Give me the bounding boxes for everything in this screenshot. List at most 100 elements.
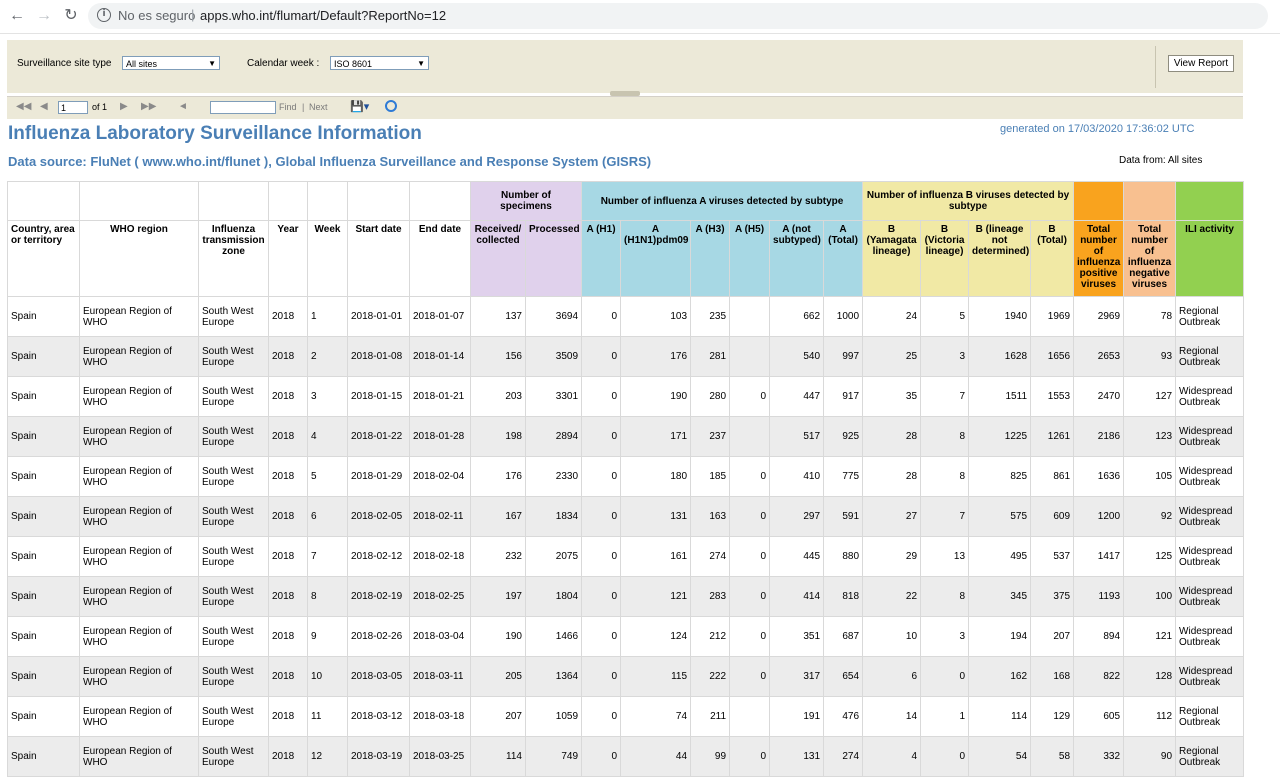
page-number-input[interactable]: 1 xyxy=(58,101,88,114)
cell-a-h3: 99 xyxy=(690,736,731,777)
cell-start-date: 2018-02-05 xyxy=(347,496,410,537)
cell-year: 2018 xyxy=(268,496,308,537)
table-body: Spain European Region of WHO South West Eu… xyxy=(7,296,1245,777)
cell-transmission-zone: South West Europe xyxy=(198,536,269,577)
first-page-icon[interactable]: ◀◀ xyxy=(16,101,31,112)
cell-received: 232 xyxy=(470,536,526,577)
cell-ili-activity: Regional Outbreak xyxy=(1175,336,1245,377)
header-a-h1n1pdm09: A (H1N1)pdm09 xyxy=(620,220,692,297)
cell-processed: 2075 xyxy=(524,536,583,577)
header-a-h3: A (H3) xyxy=(690,220,731,297)
header-a-h1: A (H1) xyxy=(581,220,622,297)
header-week: Week xyxy=(307,220,348,297)
cell-b-yamagata: 28 xyxy=(862,456,922,497)
cell-a-h3: 274 xyxy=(690,536,731,577)
cell-country: Spain xyxy=(7,576,80,617)
info-icon[interactable]: i xyxy=(97,8,111,22)
cell-year: 2018 xyxy=(268,696,308,737)
cell-b-not-determined: 162 xyxy=(968,656,1032,697)
find-input[interactable] xyxy=(210,101,276,114)
security-label[interactable]: No es seguro xyxy=(118,8,195,23)
cell-b-total: 168 xyxy=(1030,656,1075,697)
cell-processed: 1804 xyxy=(524,576,583,617)
cell-total-negative: 92 xyxy=(1123,496,1177,537)
cell-a-h5 xyxy=(729,296,771,337)
next-link[interactable]: Next xyxy=(309,102,328,112)
cell-a-h1: 0 xyxy=(581,736,622,777)
cell-start-date: 2018-01-15 xyxy=(347,376,410,417)
cell-b-total: 58 xyxy=(1030,736,1075,777)
refresh-icon[interactable] xyxy=(385,100,397,112)
cell-b-yamagata: 35 xyxy=(862,376,922,417)
cell-a-h1: 0 xyxy=(581,496,622,537)
cell-a-h1: 0 xyxy=(581,576,622,617)
cell-a-h3: 212 xyxy=(690,616,731,657)
table-row: Spain European Region of WHO South West Eu… xyxy=(7,576,1245,617)
cell-total-negative: 123 xyxy=(1123,416,1177,457)
url-text[interactable]: apps.who.int/flumart/Default?ReportNo=12 xyxy=(200,8,446,23)
header-b-yamagata: B (Yamagata lineage) xyxy=(862,220,922,297)
cell-a-h1: 0 xyxy=(581,696,622,737)
cell-total-negative: 125 xyxy=(1123,536,1177,577)
cell-total-positive: 2653 xyxy=(1073,336,1125,377)
forward-icon[interactable]: → xyxy=(34,6,54,26)
cell-start-date: 2018-03-12 xyxy=(347,696,410,737)
cell-a-not-subtyped: 297 xyxy=(769,496,825,537)
cell-b-yamagata: 27 xyxy=(862,496,922,537)
cell-received: 167 xyxy=(470,496,526,537)
export-icon[interactable]: 💾▾ xyxy=(350,100,369,113)
cell-year: 2018 xyxy=(268,656,308,697)
cell-b-total: 537 xyxy=(1030,536,1075,577)
week-select[interactable]: ISO 8601 ▼ xyxy=(330,56,429,70)
cell-b-not-determined: 54 xyxy=(968,736,1032,777)
cell-a-total: 591 xyxy=(823,496,864,537)
cell-b-victoria: 0 xyxy=(920,656,970,697)
previous-page-icon[interactable]: ◀ xyxy=(40,101,48,112)
cell-b-not-determined: 1511 xyxy=(968,376,1032,417)
report-title: Influenza Laboratory Surveillance Inform… xyxy=(8,123,422,144)
header-a-not-subtyped: A (not subtyped) xyxy=(769,220,825,297)
cell-week: 2 xyxy=(307,336,348,377)
site-type-select[interactable]: All sites ▼ xyxy=(122,56,220,70)
cell-who-region: European Region of WHO xyxy=(79,536,199,577)
cell-total-positive: 1200 xyxy=(1073,496,1125,537)
next-page-icon[interactable]: ▶ xyxy=(120,101,128,112)
header-b-total: B (Total) xyxy=(1030,220,1075,297)
cell-b-yamagata: 10 xyxy=(862,616,922,657)
cell-b-not-determined: 194 xyxy=(968,616,1032,657)
cell-week: 12 xyxy=(307,736,348,777)
header-end-date: End date xyxy=(409,220,471,297)
cell-a-h5: 0 xyxy=(729,456,771,497)
cell-a-h1n1pdm09: 131 xyxy=(620,496,692,537)
cell-ili-activity: Widespread Outbreak xyxy=(1175,376,1245,417)
cell-ili-activity: Widespread Outbreak xyxy=(1175,576,1245,617)
cell-start-date: 2018-01-01 xyxy=(347,296,410,337)
cell-a-total: 274 xyxy=(823,736,864,777)
cell-total-positive: 2470 xyxy=(1073,376,1125,417)
reload-icon[interactable]: ↻ xyxy=(61,6,81,26)
cell-a-h3: 283 xyxy=(690,576,731,617)
find-link[interactable]: Find xyxy=(279,102,297,112)
cell-country: Spain xyxy=(7,456,80,497)
surveillance-table: Number of specimens Number of influenza … xyxy=(7,181,1245,777)
view-report-button[interactable]: View Report xyxy=(1168,55,1234,72)
surveillance-table-container: Number of specimens Number of influenza … xyxy=(7,181,1245,777)
cell-a-not-subtyped: 540 xyxy=(769,336,825,377)
table-row: Spain European Region of WHO South West Eu… xyxy=(7,416,1245,457)
cell-total-negative: 127 xyxy=(1123,376,1177,417)
cell-b-victoria: 13 xyxy=(920,536,970,577)
chevron-down-icon: ▼ xyxy=(417,59,425,68)
cell-total-negative: 121 xyxy=(1123,616,1177,657)
cell-ili-activity: Regional Outbreak xyxy=(1175,296,1245,337)
table-row: Spain European Region of WHO South West Eu… xyxy=(7,456,1245,497)
report-parameters: Surveillance site type All sites ▼ Calen… xyxy=(7,40,1243,93)
cell-a-h1n1pdm09: 124 xyxy=(620,616,692,657)
back-icon[interactable]: ← xyxy=(7,6,27,26)
back-to-parent-icon[interactable]: ◄ xyxy=(178,101,188,112)
cell-country: Spain xyxy=(7,376,80,417)
table-row: Spain European Region of WHO South West Eu… xyxy=(7,616,1245,657)
cell-a-not-subtyped: 414 xyxy=(769,576,825,617)
cell-end-date: 2018-01-28 xyxy=(409,416,471,457)
cell-a-not-subtyped: 191 xyxy=(769,696,825,737)
last-page-icon[interactable]: ▶▶ xyxy=(141,101,156,112)
